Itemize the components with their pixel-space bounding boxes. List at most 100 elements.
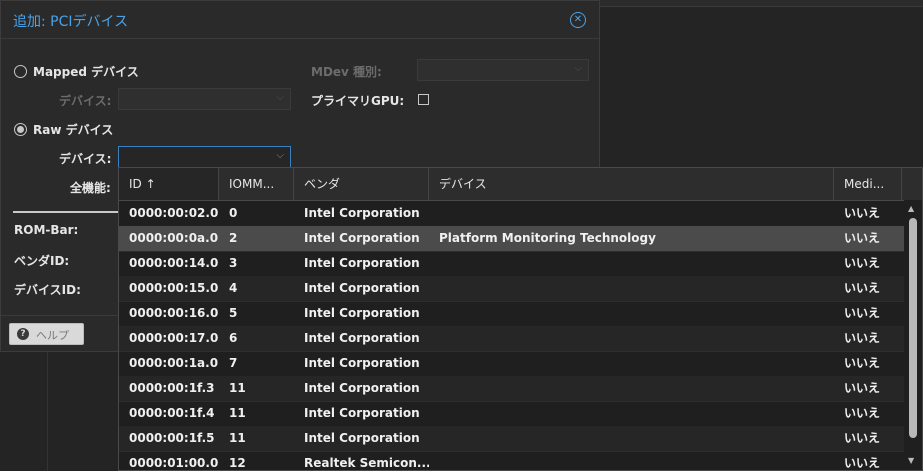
chevron-down-icon: ⌵ [276, 92, 284, 103]
cell-mediated: いいえ [844, 231, 881, 245]
cell-vendor: Intel Corporation [304, 331, 420, 345]
cell-mediated: いいえ [844, 206, 881, 220]
cell-vendor: Intel Corporation [304, 306, 420, 320]
cell-iommu-group: 5 [229, 306, 238, 320]
cell-mediated: いいえ [844, 331, 881, 345]
table-row[interactable]: 0000:00:15.0 4 Intel Corporation いいえ [119, 276, 904, 302]
table-row[interactable]: 0000:00:16.0 5 Intel Corporation いいえ [119, 301, 904, 327]
table-row[interactable]: 0000:00:02.0 0 Intel Corporation いいえ [119, 201, 904, 227]
mdev-type-combo[interactable]: ⌵ [417, 59, 589, 81]
raw-device-combo[interactable]: ⌵ [118, 146, 291, 168]
cell-device [429, 201, 834, 226]
cell-device: Platform Monitoring Technology [439, 231, 656, 245]
cell-id: 0000:00:16.0 [129, 306, 219, 320]
table-row[interactable]: 0000:00:1f.4 11 Intel Corporation いいえ [119, 401, 904, 427]
column-header-iommu[interactable]: IOMM... [219, 168, 294, 200]
column-header-mediated[interactable]: Medi... [834, 168, 902, 200]
cell-iommu-group: 3 [229, 256, 238, 270]
table-row[interactable]: 0000:00:1f.5 11 Intel Corporation いいえ [119, 426, 904, 452]
scrollbar-thumb[interactable] [909, 218, 917, 438]
cell-mediated: いいえ [844, 406, 881, 420]
cell-vendor: Intel Corporation [304, 381, 420, 395]
cell-iommu-group: 12 [229, 456, 246, 470]
cell-vendor: Realtek Semicon... [304, 456, 429, 470]
cell-iommu-group: 6 [229, 331, 238, 345]
all-functions-label: 全機能: [70, 181, 111, 195]
question-icon: ? [17, 328, 29, 340]
cell-device [429, 426, 834, 451]
cell-iommu-group: 11 [229, 431, 246, 445]
primary-gpu-checkbox[interactable] [418, 94, 429, 105]
device-id-label: デバイスID: [14, 283, 81, 297]
cell-device [429, 351, 834, 376]
cell-iommu-group: 2 [229, 231, 238, 245]
cell-id: 0000:00:1f.3 [129, 381, 215, 395]
chevron-down-icon: ⌵ [276, 150, 284, 161]
cell-device [429, 451, 834, 470]
mdev-type-label: MDev 種別: [311, 65, 382, 79]
cell-id: 0000:00:0a.0 [129, 231, 219, 245]
cell-id: 0000:00:02.0 [129, 206, 219, 220]
table-row[interactable]: 0000:00:14.0 3 Intel Corporation いいえ [119, 251, 904, 277]
scroll-up-icon[interactable]: ▲ [908, 204, 914, 213]
dialog-header: 追加: PCIデバイス ✕ [1, 1, 599, 39]
table-row[interactable]: 0000:00:1a.0 7 Intel Corporation いいえ [119, 351, 904, 377]
cell-mediated: いいえ [844, 456, 881, 470]
cell-vendor: Intel Corporation [304, 356, 420, 370]
cell-id: 0000:00:1f.4 [129, 406, 215, 420]
primary-gpu-label: プライマリGPU: [311, 94, 405, 108]
cell-vendor: Intel Corporation [304, 206, 420, 220]
cell-device [429, 326, 834, 351]
cell-iommu-group: 0 [229, 206, 238, 220]
cell-mediated: いいえ [844, 256, 881, 270]
cell-id: 0000:00:1a.0 [129, 356, 219, 370]
cell-vendor: Intel Corporation [304, 231, 420, 245]
cell-mediated: いいえ [844, 306, 881, 320]
chevron-down-icon: ⌵ [574, 63, 582, 74]
cell-device [429, 376, 834, 401]
cell-vendor: Intel Corporation [304, 406, 420, 420]
pci-device-picker-grid: ID ↑ IOMM... ベンダ デバイス Medi... 0000:00:02… [118, 167, 923, 471]
table-row[interactable]: 0000:01:00.0 12 Realtek Semicon... いいえ [119, 451, 904, 470]
advanced-separator [13, 211, 118, 213]
table-row[interactable]: 0000:00:1f.3 11 Intel Corporation いいえ [119, 376, 904, 402]
cell-id: 0000:00:14.0 [129, 256, 219, 270]
column-header-id[interactable]: ID ↑ [119, 168, 219, 200]
cell-mediated: いいえ [844, 431, 881, 445]
raw-device-radio[interactable] [14, 123, 27, 136]
raw-device-field-label: デバイス: [59, 152, 112, 166]
cell-iommu-group: 7 [229, 356, 238, 370]
table-row[interactable]: 0000:00:0a.0 2 Intel Corporation Platform M… [119, 226, 904, 252]
cell-mediated: いいえ [844, 281, 881, 295]
cell-device [429, 251, 834, 276]
cell-device [429, 276, 834, 301]
cell-id: 0000:00:15.0 [129, 281, 219, 295]
mapped-device-field-label: デバイス: [59, 94, 112, 108]
cell-mediated: いいえ [844, 381, 881, 395]
raw-device-label: Raw デバイス [33, 123, 114, 137]
cell-vendor: Intel Corporation [304, 281, 420, 295]
vendor-id-label: ベンダID: [14, 254, 70, 268]
rom-bar-label: ROM-Bar: [14, 223, 79, 237]
cell-vendor: Intel Corporation [304, 431, 420, 445]
vertical-scrollbar[interactable]: ▲ ▼ [904, 200, 922, 470]
column-header-vendor[interactable]: ベンダ [294, 168, 429, 200]
help-button-label: ヘルプ [36, 329, 69, 342]
table-row[interactable]: 0000:00:17.0 6 Intel Corporation いいえ [119, 326, 904, 352]
grid-header: ID ↑ IOMM... ベンダ デバイス Medi... [119, 168, 922, 201]
help-button[interactable]: ? ヘルプ [9, 323, 84, 345]
cell-device [429, 301, 834, 326]
cell-iommu-group: 4 [229, 281, 238, 295]
cell-vendor: Intel Corporation [304, 256, 420, 270]
background-divider [600, 6, 923, 7]
mapped-device-label: Mapped デバイス [33, 65, 139, 79]
cell-iommu-group: 11 [229, 381, 246, 395]
mapped-device-radio[interactable] [14, 65, 27, 78]
column-header-device[interactable]: デバイス [429, 168, 834, 200]
cell-iommu-group: 11 [229, 406, 246, 420]
cell-id: 0000:01:00.0 [129, 456, 219, 470]
scroll-down-icon[interactable]: ▼ [908, 456, 914, 465]
mapped-device-combo[interactable]: ⌵ [118, 88, 291, 110]
cell-mediated: いいえ [844, 356, 881, 370]
close-icon[interactable]: ✕ [570, 12, 586, 28]
